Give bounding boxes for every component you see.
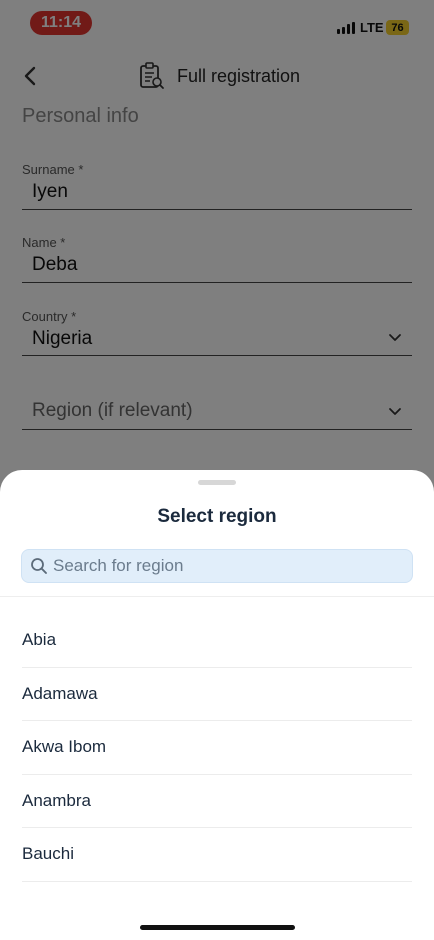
region-item-abia[interactable]: Abia [22, 614, 412, 668]
region-picker-sheet: Select region Abia Adamawa Akwa Ibom Ana… [0, 470, 434, 940]
sheet-title: Select region [157, 506, 277, 527]
sheet-grabber[interactable] [198, 480, 236, 485]
sheet-divider [0, 596, 434, 597]
search-input[interactable] [53, 556, 393, 576]
region-list: Abia Adamawa Akwa Ibom Anambra Bauchi [0, 614, 434, 882]
region-item-bauchi[interactable]: Bauchi [22, 828, 412, 882]
search-box[interactable] [21, 549, 413, 583]
region-item-anambra[interactable]: Anambra [22, 775, 412, 828]
region-item-akwa-ibom[interactable]: Akwa Ibom [22, 721, 412, 775]
region-item-adamawa[interactable]: Adamawa [22, 668, 412, 721]
home-indicator[interactable] [140, 925, 295, 930]
search-icon [31, 558, 47, 574]
